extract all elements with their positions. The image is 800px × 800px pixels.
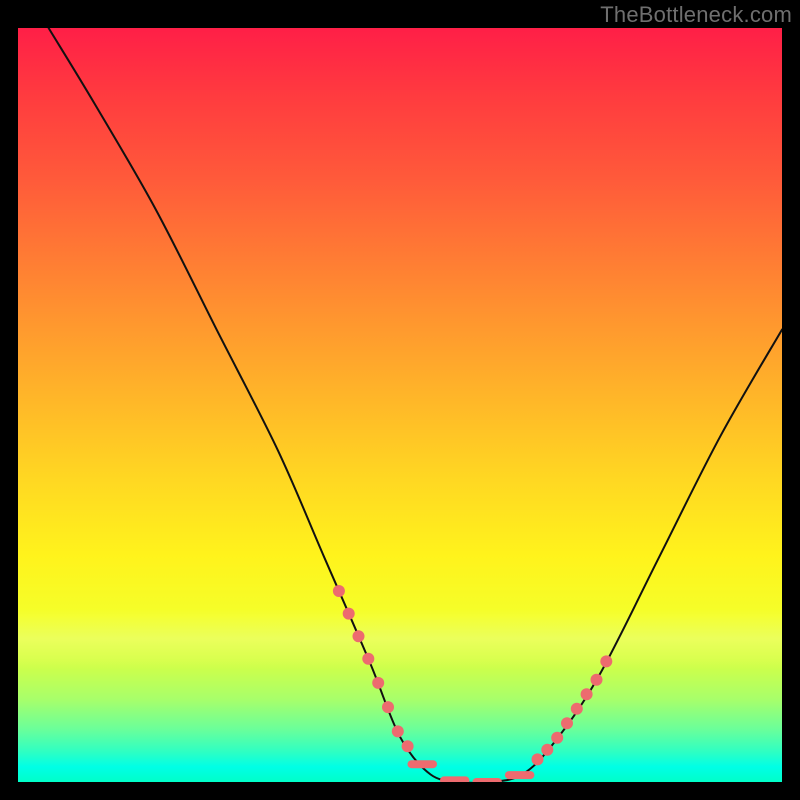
slope-dot xyxy=(343,608,355,620)
slope-dot xyxy=(541,744,553,756)
chart-frame: TheBottleneck.com xyxy=(0,0,800,800)
curve-markers xyxy=(333,585,612,782)
slope-dot xyxy=(353,630,365,642)
slope-dot xyxy=(551,732,563,744)
slope-dot xyxy=(571,703,583,715)
slope-dot xyxy=(372,677,384,689)
slope-dot xyxy=(382,701,394,713)
slope-dot xyxy=(591,674,603,686)
slope-dot xyxy=(532,753,544,765)
slope-dot xyxy=(392,725,404,737)
bottleneck-curve xyxy=(49,28,782,782)
slope-dot xyxy=(402,740,414,752)
slope-dot xyxy=(333,585,345,597)
bottleneck-curve-svg xyxy=(18,28,782,782)
watermark-text: TheBottleneck.com xyxy=(600,2,792,28)
slope-dot xyxy=(600,655,612,667)
plot-area xyxy=(18,28,782,782)
slope-dot xyxy=(362,653,374,665)
slope-dot xyxy=(581,688,593,700)
slope-dot xyxy=(561,717,573,729)
